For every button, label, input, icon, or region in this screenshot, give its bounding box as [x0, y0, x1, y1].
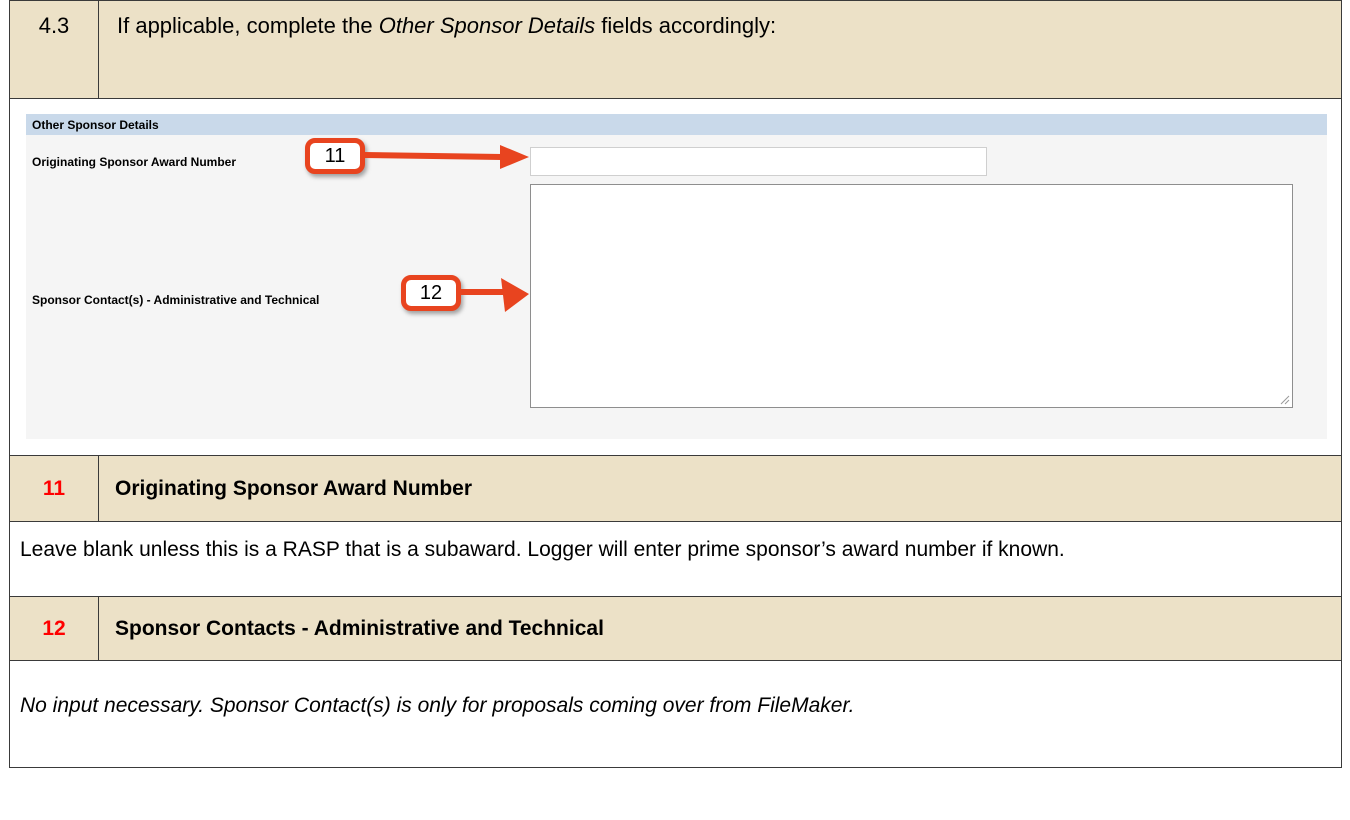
item-11-number: 11: [10, 456, 99, 521]
item-11-description: Leave blank unless this is a RASP that i…: [20, 538, 1065, 561]
step-row: 4.3 If applicable, complete the Other Sp…: [10, 0, 1341, 98]
sponsor-contacts-textarea[interactable]: [530, 184, 1293, 408]
sponsor-contacts-label: Sponsor Contact(s) - Administrative and …: [32, 293, 320, 307]
award-number-label: Originating Sponsor Award Number: [32, 155, 237, 169]
callout-12: 12: [401, 275, 461, 311]
item-11-header: 11 Originating Sponsor Award Number: [10, 455, 1341, 521]
item-12-description-row: No input necessary. Sponsor Contact(s) i…: [10, 660, 1341, 767]
resize-grip-icon[interactable]: [1278, 393, 1290, 405]
step-number: 4.3: [10, 1, 99, 98]
other-sponsor-details-screenshot: Other Sponsor Details Originating Sponso…: [26, 114, 1327, 439]
item-12-number: 12: [10, 597, 99, 660]
callout-11: 11: [305, 138, 365, 174]
item-12-description: No input necessary. Sponsor Contact(s) i…: [20, 694, 855, 717]
arrow-12-icon: [459, 278, 529, 312]
item-12-header: 12 Sponsor Contacts - Administrative and…: [10, 596, 1341, 660]
item-12-title: Sponsor Contacts - Administrative and Te…: [115, 616, 604, 640]
screenshot-row: Other Sponsor Details Originating Sponso…: [10, 98, 1341, 455]
step-text: If applicable, complete the Other Sponso…: [99, 1, 1341, 98]
step-text-prefix: If applicable, complete the: [117, 13, 379, 38]
instruction-table: 4.3 If applicable, complete the Other Sp…: [9, 0, 1342, 768]
item-11-description-row: Leave blank unless this is a RASP that i…: [10, 521, 1341, 596]
step-text-italic: Other Sponsor Details: [378, 13, 596, 38]
section-header: Other Sponsor Details: [26, 114, 1327, 135]
award-number-input[interactable]: [530, 147, 987, 176]
step-text-suffix: fields accordingly:: [595, 13, 777, 38]
item-11-title: Originating Sponsor Award Number: [115, 476, 473, 500]
arrow-11-icon: [363, 145, 529, 169]
